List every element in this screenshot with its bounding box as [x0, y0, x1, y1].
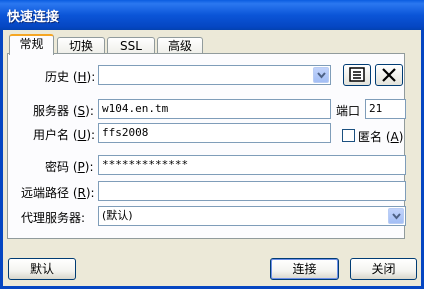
remote-path-label: 远端路径 (R): [21, 186, 95, 200]
password-label: 密码 (P): [45, 160, 94, 174]
username-value: ffs2008 [102, 126, 149, 139]
server-input[interactable]: w104.en.tm [98, 99, 331, 119]
remote-path-accel: R [77, 186, 86, 200]
tab-ssl[interactable]: SSL [107, 37, 155, 53]
history-clear-button[interactable] [375, 64, 403, 86]
server-label: 服务器 (S): [33, 104, 94, 118]
chevron-down-icon[interactable] [313, 67, 329, 83]
history-manage-button[interactable] [343, 64, 371, 86]
default-button-label: 默认 [29, 262, 54, 276]
port-value: 21 [369, 102, 383, 115]
password-label-text: 密码 [45, 160, 70, 174]
remote-path-input[interactable] [98, 181, 406, 201]
dialog-body: 常规 切换 SSL 高级 历史 (H): 服务器 (S): w104.en.tm… [0, 30, 424, 289]
connect-button-label: 连接 [292, 262, 317, 276]
proxy-label-text: 代理服务器 [21, 211, 82, 225]
anonymous-accel: A [390, 130, 399, 144]
anonymous-label[interactable]: 匿名 (A) [358, 128, 403, 145]
port-input[interactable]: 21 [365, 99, 406, 119]
username-input[interactable]: ffs2008 [98, 123, 331, 143]
anonymous-label-text: 匿名 [358, 130, 383, 144]
history-label: 历史 (H): [45, 70, 96, 84]
remote-path-label-text: 远端路径 [21, 186, 70, 200]
anonymous-checkbox[interactable] [342, 129, 355, 142]
window-title: 快速连接 [7, 10, 60, 25]
tab-label: 常规 [19, 37, 44, 51]
tab-label: 高级 [167, 39, 192, 53]
port-label: 端口 [336, 104, 361, 118]
proxy-label: 代理服务器: [21, 211, 86, 225]
username-accel: U [77, 128, 87, 142]
username-label: 用户名 (U): [33, 128, 96, 142]
proxy-value: (默认) [102, 209, 133, 222]
title-bar[interactable]: 快速连接 [0, 0, 424, 31]
general-panel: 历史 (H): 服务器 (S): w104.en.tm 端口 21 用户名 (U… [7, 53, 406, 239]
history-label-text: 历史 [45, 70, 70, 84]
address-book-icon [349, 67, 365, 82]
default-button[interactable]: 默认 [8, 258, 76, 280]
chevron-down-icon[interactable] [388, 208, 404, 224]
tab-advanced[interactable]: 高级 [157, 37, 203, 53]
connect-button[interactable]: 连接 [270, 258, 339, 280]
history-accel: H [77, 70, 87, 84]
quick-connect-dialog: 快速连接 常规 切换 SSL 高级 历史 (H): 服务器 (S): w104.… [0, 0, 424, 289]
tab-general[interactable]: 常规 [9, 34, 54, 55]
server-accel: S [77, 104, 86, 118]
tab-label: 切换 [68, 39, 93, 53]
proxy-select[interactable]: (默认) [98, 206, 406, 226]
close-button-label: 关闭 [371, 262, 396, 276]
x-icon [382, 68, 396, 82]
password-input[interactable]: ************* [98, 155, 406, 175]
username-label-text: 用户名 [33, 128, 70, 142]
password-accel: P [77, 160, 85, 174]
tab-switch[interactable]: 切换 [57, 37, 105, 53]
tab-label: SSL [120, 39, 142, 53]
history-combo[interactable] [98, 65, 331, 85]
server-value: w104.en.tm [102, 102, 169, 115]
close-button[interactable]: 关闭 [350, 258, 417, 280]
password-value: ************* [102, 158, 189, 171]
server-label-text: 服务器 [33, 104, 70, 118]
